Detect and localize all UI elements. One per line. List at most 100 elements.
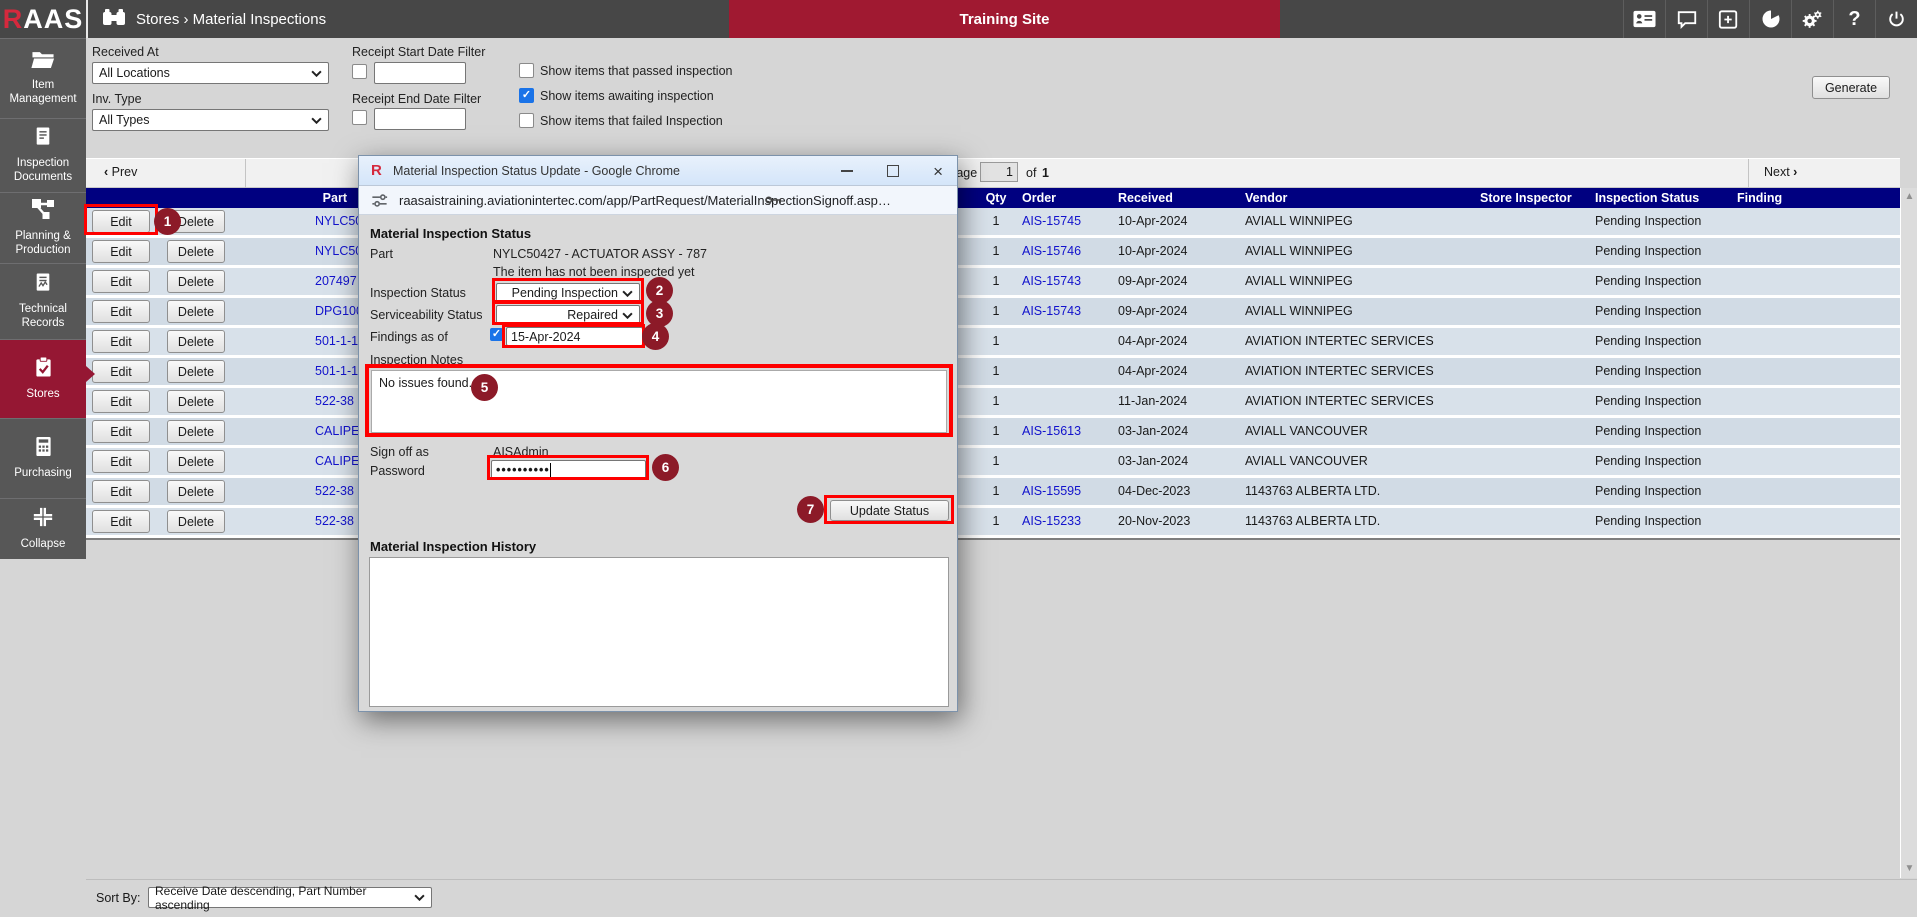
dialog-url-bar: raasaistraining.aviationintertec.com/app… (359, 186, 957, 215)
delete-button[interactable]: Delete (167, 420, 225, 443)
delete-button[interactable]: Delete (167, 270, 225, 293)
divider (86, 879, 1917, 880)
contact-card-icon[interactable] (1623, 0, 1665, 38)
edit-button[interactable]: Edit (92, 390, 150, 413)
show-failed-checkbox[interactable] (519, 113, 534, 128)
order-link[interactable]: AIS-15743 (1022, 304, 1108, 318)
edit-button[interactable]: Edit (92, 210, 150, 233)
show-passed-label: Show items that passed inspection (540, 64, 732, 78)
findings-as-of-label: Findings as of (370, 330, 448, 344)
maximize-icon[interactable] (887, 165, 899, 177)
edit-button[interactable]: Edit (92, 480, 150, 503)
site-settings-icon[interactable] (370, 191, 389, 213)
password-key-icon[interactable] (764, 192, 783, 211)
edit-button[interactable]: Edit (92, 330, 150, 353)
received-cell: 09-Apr-2024 (1118, 304, 1218, 318)
col-vendor[interactable]: Vendor (1245, 191, 1490, 205)
sidebar: Item Management Inspection Documents Pla… (0, 38, 86, 559)
order-link[interactable]: AIS-15746 (1022, 244, 1108, 258)
chat-icon[interactable] (1665, 0, 1707, 38)
col-finding[interactable]: Finding (1737, 191, 1799, 205)
sidebar-item-item-management[interactable]: Item Management (0, 38, 86, 118)
receipt-end-checkbox[interactable] (352, 110, 367, 125)
edit-button[interactable]: Edit (92, 270, 150, 293)
delete-button[interactable]: Delete (167, 480, 225, 503)
password-dots: •••••••••• (496, 463, 551, 477)
order-link[interactable]: AIS-15743 (1022, 274, 1108, 288)
add-window-icon[interactable] (1707, 0, 1749, 38)
prev-page-button[interactable]: Prev (104, 165, 137, 179)
edit-button[interactable]: Edit (92, 450, 150, 473)
delete-button[interactable]: Delete (167, 300, 225, 323)
received-cell: 11-Jan-2024 (1118, 394, 1218, 408)
edit-button[interactable]: Edit (92, 510, 150, 533)
findings-date-input[interactable]: 15-Apr-2024 (506, 327, 643, 346)
show-passed-checkbox[interactable] (519, 63, 534, 78)
receipt-end-input[interactable] (374, 108, 466, 130)
inv-type-select[interactable]: All Types (92, 109, 329, 131)
close-icon[interactable] (933, 163, 943, 180)
delete-button[interactable]: Delete (167, 330, 225, 353)
show-awaiting-checkbox[interactable] (519, 88, 534, 103)
help-icon[interactable]: ? (1833, 0, 1875, 38)
sort-by-label: Sort By: (96, 891, 140, 905)
scroll-up-arrow[interactable] (1901, 189, 1917, 205)
dialog-title-bar[interactable]: R Material Inspection Status Update - Go… (359, 156, 957, 186)
inspection-status-select[interactable]: Pending Inspection (496, 283, 640, 303)
scroll-down-arrow[interactable] (1901, 861, 1917, 877)
update-status-button[interactable]: Update Status (830, 500, 949, 521)
order-link[interactable]: AIS-15745 (1022, 214, 1108, 228)
raas-favicon: R (371, 162, 382, 179)
col-order[interactable]: Order (1022, 191, 1108, 205)
delete-button[interactable]: Delete (167, 210, 225, 233)
order-link[interactable]: AIS-15595 (1022, 484, 1108, 498)
edit-button[interactable]: Edit (92, 240, 150, 263)
sidebar-item-stores[interactable]: Stores (0, 339, 86, 418)
sidebar-item-inspection-documents[interactable]: Inspection Documents (0, 118, 86, 192)
receipt-start-input[interactable] (374, 62, 466, 84)
delete-button[interactable]: Delete (167, 240, 225, 263)
edit-button[interactable]: Edit (92, 300, 150, 323)
logo-r: R (3, 4, 24, 35)
sidebar-item-label: Purchasing (14, 467, 72, 481)
inspection-status-label: Inspection Status (370, 286, 466, 300)
delete-button[interactable]: Delete (167, 450, 225, 473)
delete-button[interactable]: Delete (167, 360, 225, 383)
col-qty[interactable]: Qty (985, 191, 1007, 205)
pie-chart-icon[interactable] (1749, 0, 1791, 38)
sidebar-item-purchasing[interactable]: Purchasing (0, 418, 86, 498)
dialog-url[interactable]: raasaistraining.aviationintertec.com/app… (399, 193, 891, 208)
col-received[interactable]: Received (1118, 191, 1218, 205)
page-number-input[interactable]: 1 (980, 162, 1018, 182)
power-logout-icon[interactable] (1875, 0, 1917, 38)
qty-cell: 1 (985, 274, 1007, 288)
sidebar-item-technical-records[interactable]: Technical Records (0, 263, 86, 339)
serviceability-status-select[interactable]: Repaired (496, 305, 640, 325)
password-input[interactable]: •••••••••• (491, 460, 646, 479)
delete-button[interactable]: Delete (167, 390, 225, 413)
col-part[interactable]: Part (253, 191, 347, 205)
received-at-select[interactable]: All Locations (92, 62, 329, 84)
col-store-inspector[interactable]: Store Inspector (1480, 191, 1592, 205)
inspection-status-cell: Pending Inspection (1595, 304, 1740, 318)
sidebar-collapse-button[interactable]: Collapse (0, 498, 86, 559)
findings-date-checkbox[interactable] (490, 328, 503, 341)
edit-button[interactable]: Edit (92, 360, 150, 383)
edit-button[interactable]: Edit (92, 420, 150, 443)
raas-logo[interactable]: RAAS (0, 0, 88, 38)
col-inspection-status[interactable]: Inspection Status (1595, 191, 1740, 205)
vertical-scrollbar[interactable] (1900, 188, 1917, 878)
next-page-button[interactable]: Next (1764, 165, 1797, 179)
settings-gears-icon[interactable] (1791, 0, 1833, 38)
sidebar-item-planning-production[interactable]: Planning & Production (0, 192, 86, 263)
generate-button[interactable]: Generate (1812, 76, 1890, 99)
order-link[interactable]: AIS-15613 (1022, 424, 1108, 438)
order-link[interactable]: AIS-15233 (1022, 514, 1108, 528)
minimize-icon[interactable] (841, 170, 853, 172)
sort-by-select[interactable]: Receive Date descending, Part Number asc… (148, 887, 432, 908)
delete-button[interactable]: Delete (167, 510, 225, 533)
not-inspected-note: The item has not been inspected yet (493, 265, 695, 279)
receipt-start-checkbox[interactable] (352, 64, 367, 79)
inspection-notes-textarea[interactable]: No issues found. (371, 370, 947, 433)
received-cell: 03-Jan-2024 (1118, 454, 1218, 468)
